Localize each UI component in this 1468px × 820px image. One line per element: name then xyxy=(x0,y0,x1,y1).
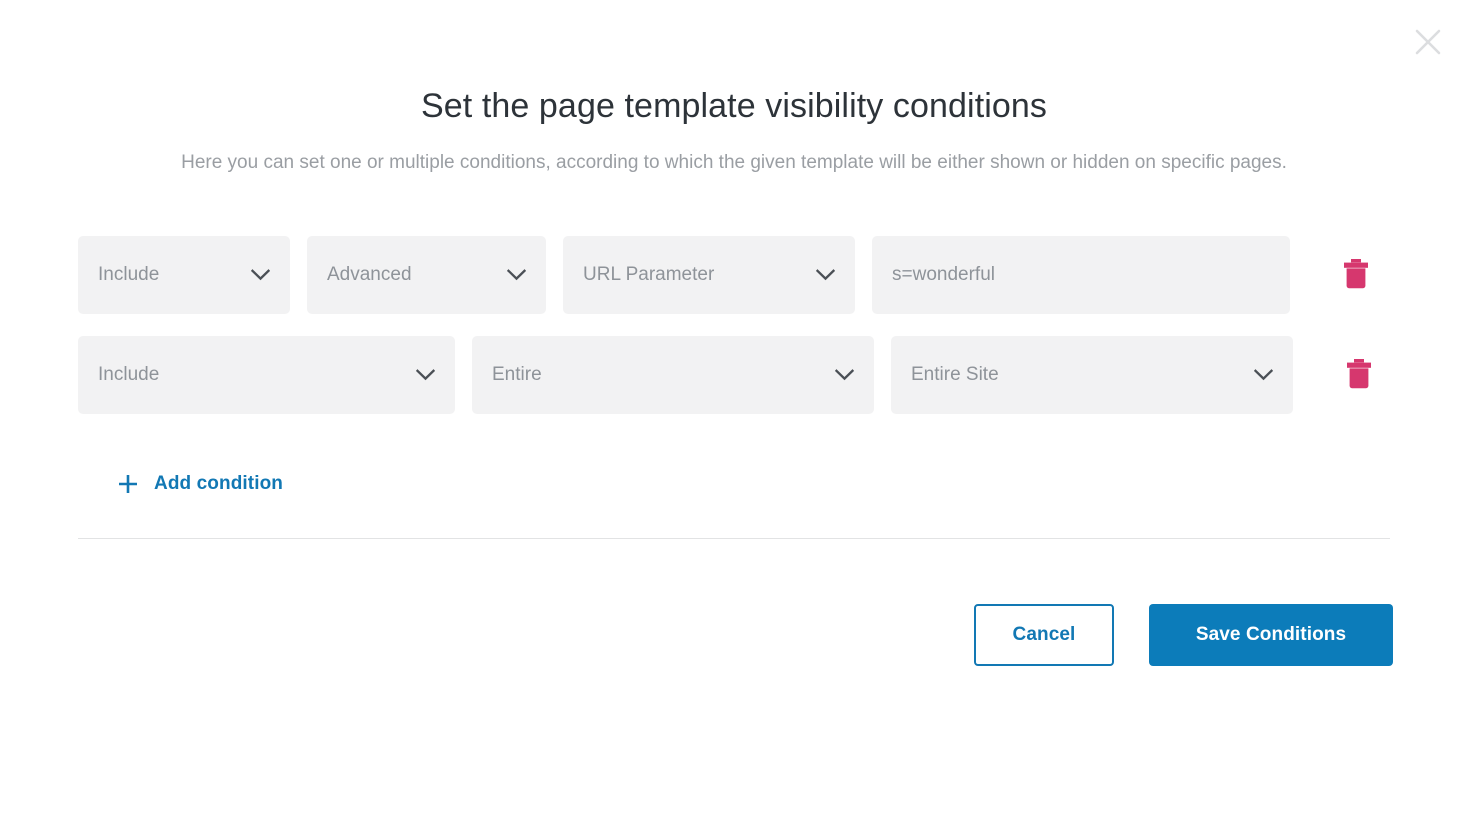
chevron-down-icon xyxy=(233,268,270,281)
add-condition-label: Add condition xyxy=(154,472,283,494)
dialog-subtitle: Here you can set one or multiple conditi… xyxy=(181,151,1287,173)
condition-2-inclusion-value: Include xyxy=(98,363,160,385)
dialog-title: Set the page template visibility conditi… xyxy=(420,87,1048,125)
condition-1-category-select[interactable]: Advanced xyxy=(307,235,546,314)
chevron-down-icon xyxy=(798,268,835,281)
dialog-header: Set the page template visibility conditi… xyxy=(0,0,1468,178)
add-condition-button[interactable]: Add condition xyxy=(112,466,287,502)
chevron-down-icon xyxy=(489,268,526,281)
visibility-conditions-dialog: Set the page template visibility conditi… xyxy=(0,0,1468,820)
condition-1-delete-button[interactable] xyxy=(1334,247,1378,303)
condition-1-parameter-value: s=wonderful xyxy=(892,263,995,285)
condition-2-inclusion-select[interactable]: Include xyxy=(78,335,455,414)
condition-1-type-select[interactable]: URL Parameter xyxy=(563,235,855,314)
dialog-footer: Cancel Save Conditions xyxy=(0,539,1468,666)
chevron-down-icon xyxy=(817,368,854,381)
condition-1-type-value: URL Parameter xyxy=(583,263,715,285)
close-icon xyxy=(1415,29,1441,55)
condition-2-delete-button[interactable] xyxy=(1337,347,1381,403)
conditions-list: Include Advanced URL Parameter s=wonderf… xyxy=(0,235,1468,502)
plus-icon xyxy=(116,472,140,496)
condition-row: Include Entire Entire Site xyxy=(78,335,1390,414)
condition-1-category-value: Advanced xyxy=(327,263,412,285)
chevron-down-icon xyxy=(1236,368,1273,381)
condition-1-inclusion-select[interactable]: Include xyxy=(78,235,290,314)
save-conditions-button[interactable]: Save Conditions xyxy=(1149,603,1393,666)
condition-row: Include Advanced URL Parameter s=wonderf… xyxy=(78,235,1390,314)
condition-1-inclusion-value: Include xyxy=(98,263,160,285)
cancel-button[interactable]: Cancel xyxy=(974,603,1114,666)
chevron-down-icon xyxy=(398,368,435,381)
condition-1-parameter-input[interactable]: s=wonderful xyxy=(872,235,1290,314)
condition-2-type-select[interactable]: Entire Site xyxy=(891,335,1293,414)
trash-icon xyxy=(1346,358,1372,391)
condition-2-category-select[interactable]: Entire xyxy=(472,335,874,414)
trash-icon xyxy=(1343,258,1369,291)
condition-2-type-value: Entire Site xyxy=(911,363,999,385)
close-dialog-button[interactable] xyxy=(1408,22,1448,62)
condition-2-category-value: Entire xyxy=(492,363,542,385)
